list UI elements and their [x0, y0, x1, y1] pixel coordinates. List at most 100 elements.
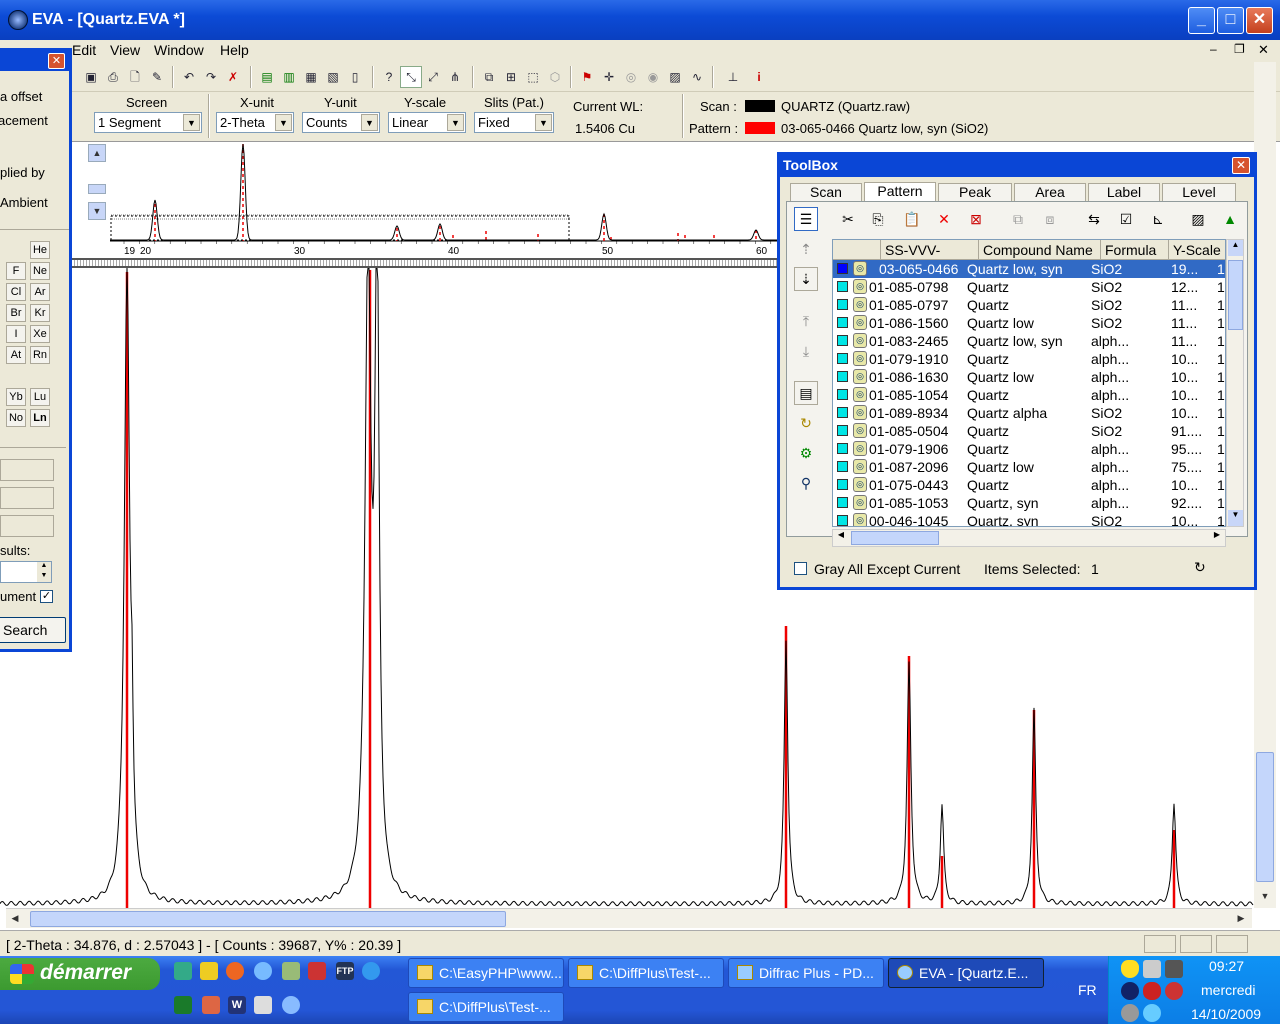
list-item[interactable]: ◎ 01-087-2096 Quartz low alph... 75.... 1 [833, 458, 1225, 476]
tray-6-icon[interactable] [1165, 982, 1183, 1000]
delete-all-icon[interactable]: ⊠ [964, 207, 988, 231]
excel-icon[interactable] [174, 996, 192, 1014]
word-icon[interactable]: W [228, 996, 246, 1014]
select-tool-icon[interactable]: ⬚ [522, 66, 544, 88]
menu-window[interactable]: Window [154, 42, 204, 58]
horizontal-scrollbar[interactable]: ◀ ▶ [6, 908, 1252, 928]
target-tool-icon[interactable]: ◉ [642, 66, 664, 88]
quicklaunch-1-icon[interactable] [174, 962, 192, 980]
element-br[interactable]: Br [6, 304, 26, 322]
undo-icon[interactable]: ↶ [178, 66, 200, 88]
layout-3-icon[interactable]: ▦ [300, 66, 322, 88]
header-color[interactable] [833, 240, 881, 260]
list-item[interactable]: ◎ 01-079-1906 Quartz alph... 95.... 1 [833, 440, 1225, 458]
chevron-down-icon[interactable]: ▼ [361, 114, 378, 131]
tray-7-icon[interactable] [1121, 1004, 1139, 1022]
zoom-tool-2-icon[interactable]: ⤢ [422, 66, 444, 88]
gray-all-checkbox[interactable] [794, 562, 807, 575]
chevron-down-icon[interactable]: ▼ [447, 114, 464, 131]
list-item[interactable]: ◎ 03-065-0466 Quartz low, syn SiO2 19... 1 [833, 260, 1225, 278]
quicklaunch-11-icon[interactable] [254, 996, 272, 1014]
powerpoint-icon[interactable] [202, 996, 220, 1014]
edit-icon[interactable]: ✎ [146, 66, 168, 88]
print-preview-icon[interactable]: 🗋 [124, 66, 146, 88]
move-up-icon[interactable]: ⇡ [794, 237, 818, 261]
delete-icon[interactable]: ✗ [222, 66, 244, 88]
ftp-icon[interactable]: FTP [336, 962, 354, 980]
info-icon[interactable]: i [748, 66, 770, 88]
list-item[interactable]: ◎ 01-086-1630 Quartz low alph... 10... 1 [833, 368, 1225, 386]
layout-2-icon[interactable]: ▥ [278, 66, 300, 88]
list-item[interactable]: ◎ 01-075-0443 Quartz alph... 10... 1 [833, 476, 1225, 494]
color-swatch[interactable] [837, 425, 848, 436]
element-xe[interactable]: Xe [30, 325, 50, 343]
element-lu[interactable]: Lu [30, 388, 50, 406]
scroll-down-icon[interactable]: ▼ [1228, 510, 1243, 526]
list-vscroll-thumb[interactable] [1228, 260, 1243, 330]
scroll-up-icon[interactable]: ▲ [88, 144, 106, 162]
task-diffrac[interactable]: Diffrac Plus - PD... [728, 958, 884, 988]
tray-8-icon[interactable] [1143, 1004, 1161, 1022]
mdi-minimize-icon[interactable]: – [1210, 42, 1217, 56]
overview-scroll-thumb[interactable] [88, 184, 106, 194]
element-ne[interactable]: Ne [30, 262, 50, 280]
cut-icon[interactable]: ✂ [836, 207, 860, 231]
tool-icon[interactable]: ⚙ [794, 441, 818, 465]
menu-help[interactable]: Help [220, 42, 249, 58]
quicklaunch-12-icon[interactable] [282, 996, 300, 1014]
tab-label[interactable]: Label [1088, 183, 1160, 201]
tab-area[interactable]: Area [1014, 183, 1086, 201]
xunit-select[interactable]: 2-Theta ▼ [216, 112, 294, 133]
stick-icon[interactable]: ⊾ [1146, 207, 1170, 231]
color-swatch[interactable] [837, 371, 848, 382]
v-scroll-thumb[interactable] [1256, 752, 1274, 882]
tab-pattern[interactable]: Pattern [864, 182, 936, 202]
quicklaunch-6-icon[interactable] [308, 962, 326, 980]
pattern-list[interactable]: SS-VVV-PPPP Compound Name Formula Y-Scal… [832, 239, 1226, 527]
peak-tool-icon[interactable]: ⋔ [444, 66, 466, 88]
zoom-tool-icon[interactable]: ⤡ [400, 66, 422, 88]
search-match-icon[interactable]: ⚑ [576, 66, 598, 88]
quicklaunch-2-icon[interactable] [200, 962, 218, 980]
color-swatch[interactable] [837, 515, 848, 526]
move-top-icon[interactable]: ⤒ [794, 309, 818, 333]
scan-tool-icon[interactable]: ⧉ [478, 66, 500, 88]
save-icon[interactable]: ▣ [80, 66, 102, 88]
element-yb[interactable]: Yb [6, 388, 26, 406]
splitter[interactable] [0, 258, 780, 268]
overview-scroll[interactable]: ▲ ▼ [86, 142, 108, 222]
tab-scan[interactable]: Scan [790, 183, 862, 201]
media-player-icon[interactable] [226, 962, 244, 980]
panel-field-1[interactable] [0, 459, 54, 481]
network-icon[interactable] [1143, 960, 1161, 978]
list-item[interactable]: ◎ 01-085-0504 Quartz SiO2 91.... 1 [833, 422, 1225, 440]
minimize-button[interactable]: _ [1188, 7, 1215, 34]
header-name[interactable]: Compound Name [979, 240, 1101, 260]
task-easyphp[interactable]: C:\EasyPHP\www... [408, 958, 564, 988]
tab-level[interactable]: Level [1162, 183, 1236, 201]
header-id[interactable]: SS-VVV-PPPP [881, 240, 979, 274]
paste-icon[interactable]: 📋 [900, 207, 924, 231]
chart-icon[interactable]: ▨ [1186, 207, 1210, 231]
header-formula[interactable]: Formula [1101, 240, 1169, 260]
list-hscroll[interactable]: ◀ ▶ [832, 529, 1226, 547]
list-item[interactable]: ◎ 01-086-1560 Quartz low SiO2 11... 1 [833, 314, 1225, 332]
help-cursor-icon[interactable]: ? [378, 66, 400, 88]
scroll-down-icon[interactable]: ▼ [1256, 888, 1274, 906]
element-kr[interactable]: Kr [30, 304, 50, 322]
layout-1-icon[interactable]: ▤ [256, 66, 278, 88]
header-yscale[interactable]: Y-Scale [1169, 240, 1225, 260]
mdi-restore-icon[interactable]: ❐ [1234, 42, 1245, 56]
list-item[interactable]: ◎ 01-089-8934 Quartz alpha SiO2 10... 1 [833, 404, 1225, 422]
slits-select[interactable]: Fixed ▼ [474, 112, 554, 133]
move-bottom-icon[interactable]: ⤓ [794, 339, 818, 363]
menu-view[interactable]: View [110, 42, 140, 58]
close-icon[interactable]: ✕ [48, 53, 65, 69]
color-swatch[interactable] [837, 281, 848, 292]
chevron-down-icon[interactable]: ▼ [275, 114, 292, 131]
close-button[interactable]: ✕ [1246, 7, 1273, 34]
element-ln[interactable]: Ln [30, 409, 50, 427]
circle-tool-icon[interactable]: ◎ [620, 66, 642, 88]
element-i[interactable]: I [6, 325, 26, 343]
mdi-close-icon[interactable]: ✕ [1258, 42, 1269, 58]
